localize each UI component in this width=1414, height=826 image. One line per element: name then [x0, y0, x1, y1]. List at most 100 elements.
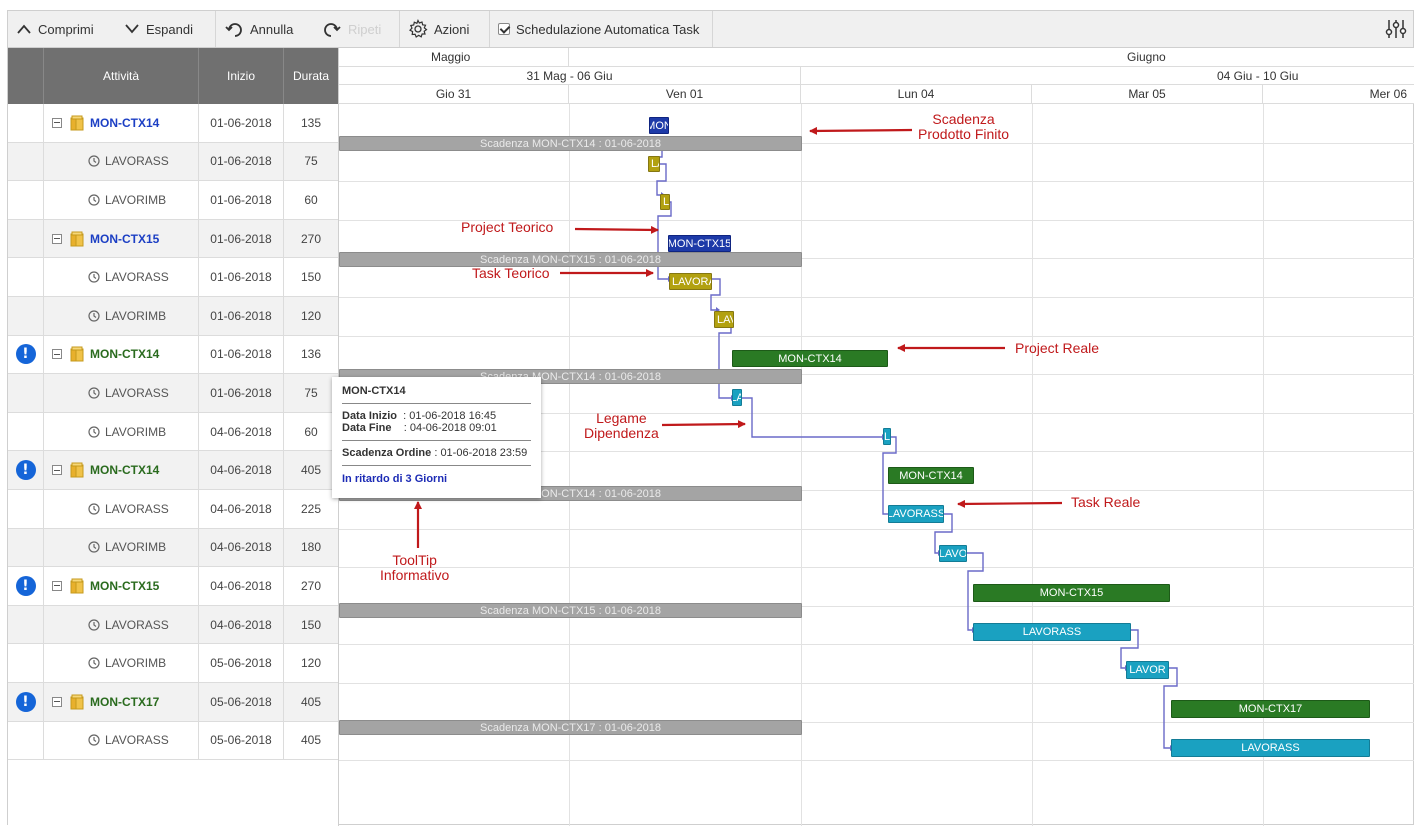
- auto-schedule-toggle[interactable]: Schedulazione Automatica Task: [490, 11, 713, 47]
- tooltip: MON-CTX14 Data Inizio : 01-06-2018 16:45…: [332, 377, 541, 498]
- real-project-bar[interactable]: MON-CTX14: [888, 467, 974, 484]
- real-task-bar[interactable]: LAVOR: [1126, 661, 1169, 679]
- row-indicator: !: [8, 451, 44, 489]
- row-indicator: [8, 181, 44, 219]
- deadline-bar[interactable]: Scadenza MON-CTX14 : 01-06-2018: [339, 136, 802, 151]
- project-row[interactable]: ! MON-CTX14 01-06-2018 136: [8, 335, 338, 375]
- theoretical-task-bar[interactable]: LAVORA: [669, 273, 712, 290]
- duration-cell: 270: [300, 231, 322, 246]
- task-row[interactable]: LAVORASS 04-06-2018 150: [8, 605, 338, 645]
- annotation-task-real: Task Reale: [1071, 494, 1141, 510]
- start-cell: 05-06-2018: [199, 644, 284, 682]
- start-cell: 01-06-2018: [199, 142, 284, 181]
- task-row[interactable]: LAVORIMB 04-06-2018 60: [8, 412, 338, 452]
- task-row[interactable]: LAVORASS 01-06-2018 150: [8, 258, 338, 297]
- project-row[interactable]: ! MON-CTX15 04-06-2018 270: [8, 567, 338, 606]
- project-row[interactable]: ! MON-CTX17 05-06-2018 405: [8, 683, 338, 722]
- start-cell: 01-06-2018: [199, 181, 284, 219]
- real-task-bar[interactable]: L: [883, 428, 891, 445]
- activity-cell: LAVORASS: [44, 258, 199, 296]
- real-project-bar[interactable]: MON-CTX14: [732, 350, 888, 367]
- task-row[interactable]: LAVORASS 04-06-2018 225: [8, 490, 338, 529]
- deadline-bar[interactable]: Scadenza MON-CTX15 : 01-06-2018: [339, 252, 802, 267]
- theoretical-task-bar[interactable]: LAV: [714, 311, 734, 328]
- start-cell: 01-06-2018: [199, 104, 284, 142]
- task-row[interactable]: LAVORASS 01-06-2018 75: [8, 374, 338, 413]
- collapse-toggle-icon[interactable]: [52, 696, 62, 707]
- project-row[interactable]: MON-CTX15 01-06-2018 270: [8, 219, 338, 259]
- task-row[interactable]: LAVORIMB 04-06-2018 180: [8, 528, 338, 568]
- settings-sliders-icon[interactable]: [1385, 18, 1407, 40]
- clock-icon: [88, 541, 100, 553]
- expand-button[interactable]: Espandi: [116, 11, 216, 47]
- activity-cell: LAVORASS: [44, 605, 199, 644]
- annotation-deadline: Scadenza Prodotto Finito: [918, 111, 1010, 142]
- row-indicator: [8, 721, 44, 760]
- start-cell: 05-06-2018: [199, 683, 284, 721]
- tooltip-deadline-value: : 01-06-2018 23:59: [434, 447, 528, 459]
- collapse-button[interactable]: Comprimi: [8, 11, 116, 47]
- collapse-toggle-icon[interactable]: [52, 465, 62, 476]
- task-row[interactable]: LAVORIMB 01-06-2018 60: [8, 181, 338, 220]
- row-indicator: [8, 219, 44, 258]
- activity-cell: MON-CTX15: [44, 567, 199, 605]
- activity-name: LAVORIMB: [105, 192, 167, 207]
- duration-cell: 75: [304, 154, 318, 169]
- tooltip-dates: Data Inizio : 01-06-2018 16:45 Data Fine…: [342, 404, 531, 441]
- start-cell: 01-06-2018: [199, 374, 284, 412]
- collapse-toggle-icon[interactable]: [52, 349, 62, 360]
- real-task-bar[interactable]: LAVORASS: [1171, 739, 1370, 757]
- tooltip-deadline: Scadenza Ordine : 01-06-2018 23:59: [342, 441, 531, 466]
- task-row[interactable]: LAVORIMB 05-06-2018 120: [8, 644, 338, 683]
- auto-schedule-checkbox[interactable]: [498, 23, 510, 35]
- start-cell: 04-06-2018: [199, 567, 284, 605]
- dependency-link: [718, 317, 732, 399]
- start-cell: 04-06-2018: [199, 528, 284, 567]
- activity-cell: MON-CTX15: [44, 219, 199, 258]
- redo-button[interactable]: Ripeti: [314, 11, 400, 47]
- duration-cell: 270: [300, 578, 322, 593]
- theoretical-task-bar[interactable]: LA: [648, 156, 660, 172]
- grid-body: MON-CTX14 01-06-2018 135 LAVORASS 01-06-2018…: [8, 104, 338, 826]
- actions-button[interactable]: Azioni: [400, 11, 490, 47]
- deadline-bar[interactable]: Scadenza MON-CTX15 : 01-06-2018: [339, 603, 802, 618]
- collapse-toggle-icon[interactable]: [52, 580, 62, 591]
- task-row[interactable]: LAVORIMB 01-06-2018 120: [8, 297, 338, 336]
- theoretical-project-bar[interactable]: MON: [649, 117, 669, 134]
- gear-icon: [409, 19, 428, 38]
- activity-name: LAVORIMB: [105, 424, 167, 439]
- alert-icon[interactable]: !: [15, 691, 36, 712]
- package-icon: [70, 115, 84, 131]
- real-task-bar[interactable]: LAVO: [939, 545, 967, 562]
- start-cell: 01-06-2018: [199, 297, 284, 335]
- real-project-bar[interactable]: MON-CTX17: [1171, 700, 1370, 718]
- real-project-bar[interactable]: MON-CTX15: [973, 584, 1170, 602]
- duration-cell: 150: [300, 270, 322, 285]
- duration-column-header[interactable]: Durata: [284, 48, 338, 104]
- alert-icon[interactable]: !: [15, 460, 36, 481]
- collapse-toggle-icon[interactable]: [52, 117, 62, 128]
- undo-button[interactable]: Annulla: [216, 11, 314, 47]
- deadline-bar[interactable]: Scadenza MON-CTX17 : 01-06-2018: [339, 720, 802, 735]
- real-task-bar[interactable]: LAVORASS: [888, 505, 944, 523]
- activity-column-header[interactable]: Attività: [44, 48, 199, 104]
- clock-icon: [88, 194, 100, 206]
- theoretical-task-bar[interactable]: L: [660, 194, 670, 210]
- row-indicator: [8, 104, 44, 142]
- project-row[interactable]: ! MON-CTX14 04-06-2018 405: [8, 451, 338, 490]
- alert-icon[interactable]: !: [15, 344, 36, 365]
- theoretical-project-bar[interactable]: MON-CTX15: [668, 235, 731, 252]
- clock-icon: [88, 618, 100, 631]
- duration-cell: 75: [304, 385, 318, 400]
- start-column-header[interactable]: Inizio: [199, 48, 284, 104]
- real-task-bar[interactable]: LA: [732, 389, 742, 406]
- expand-label: Espandi: [146, 21, 193, 37]
- alert-icon[interactable]: !: [15, 575, 36, 596]
- task-row[interactable]: LAVORASS 05-06-2018 405: [8, 721, 338, 761]
- task-row[interactable]: LAVORASS 01-06-2018 75: [8, 142, 338, 182]
- project-row[interactable]: MON-CTX14 01-06-2018 135: [8, 104, 338, 143]
- real-task-bar[interactable]: LAVORASS: [973, 623, 1131, 641]
- collapse-toggle-icon[interactable]: [52, 233, 62, 244]
- duration-cell: 405: [300, 733, 322, 748]
- clock-icon: [88, 271, 100, 283]
